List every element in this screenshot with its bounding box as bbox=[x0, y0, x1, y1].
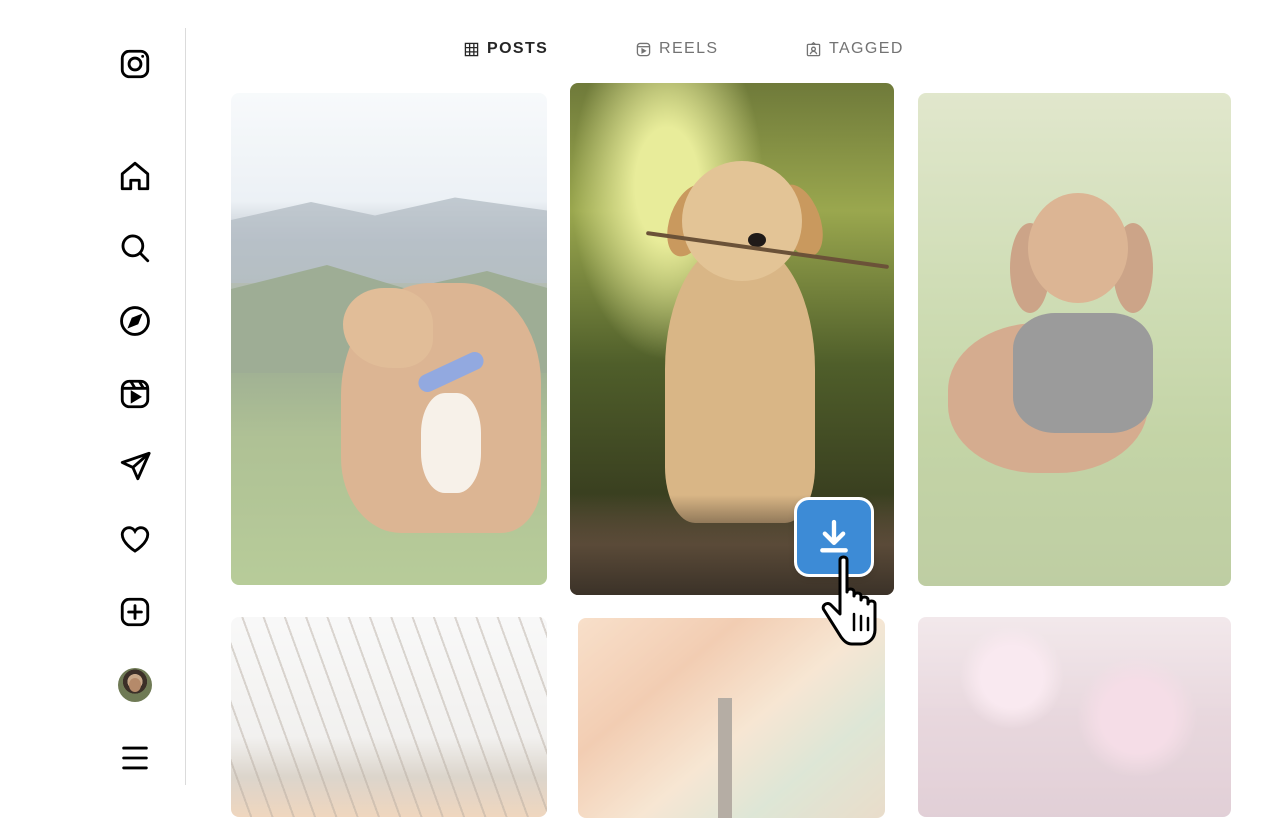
sidebar bbox=[0, 0, 186, 800]
instagram-logo-icon[interactable] bbox=[117, 46, 153, 82]
more-menu-icon[interactable] bbox=[117, 740, 153, 776]
tab-posts[interactable]: POSTS bbox=[464, 36, 548, 62]
sidebar-divider bbox=[185, 28, 186, 785]
post-tile[interactable] bbox=[231, 617, 547, 817]
tab-tagged[interactable]: TAGGED bbox=[806, 36, 904, 62]
reels-icon[interactable] bbox=[117, 376, 153, 412]
post-image bbox=[231, 617, 547, 817]
create-icon[interactable] bbox=[117, 594, 153, 630]
post-tile[interactable] bbox=[918, 617, 1231, 817]
search-icon[interactable] bbox=[117, 230, 153, 266]
reels-icon bbox=[636, 42, 651, 56]
explore-icon[interactable] bbox=[117, 303, 153, 339]
hand-cursor-icon bbox=[821, 555, 877, 646]
messages-icon[interactable] bbox=[117, 448, 153, 484]
home-icon[interactable] bbox=[117, 158, 153, 194]
tab-reels[interactable]: REELS bbox=[636, 36, 718, 62]
profile-avatar[interactable] bbox=[118, 668, 152, 702]
tab-tagged-label: TAGGED bbox=[829, 40, 904, 57]
tab-posts-label: POSTS bbox=[487, 40, 549, 57]
avatar-face bbox=[129, 678, 141, 692]
grid-icon bbox=[464, 42, 479, 56]
post-image bbox=[918, 93, 1231, 586]
post-tile[interactable] bbox=[231, 93, 547, 585]
download-icon bbox=[820, 519, 848, 553]
notifications-icon[interactable] bbox=[117, 521, 153, 557]
post-image bbox=[231, 93, 547, 585]
tab-reels-label: REELS bbox=[659, 40, 719, 57]
tagged-icon bbox=[806, 41, 821, 56]
post-tile[interactable] bbox=[918, 93, 1231, 586]
post-image bbox=[918, 617, 1231, 817]
